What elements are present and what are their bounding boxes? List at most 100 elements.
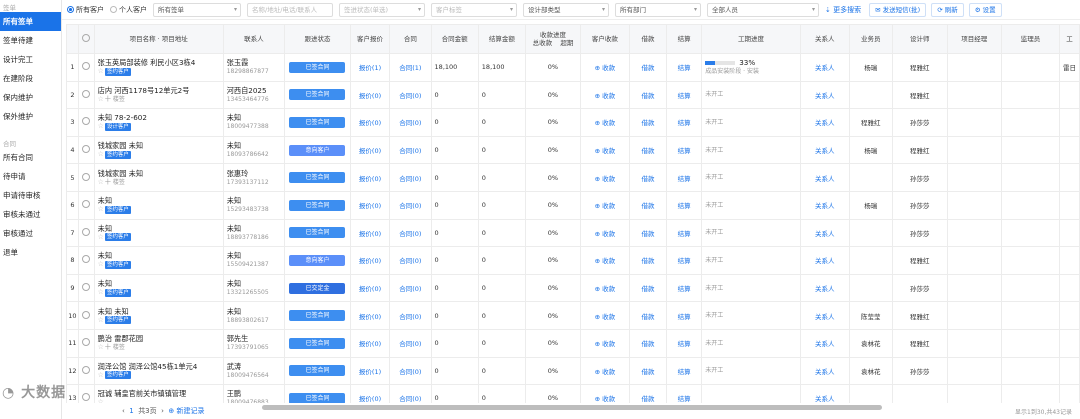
contract-link[interactable]: 合同(0) — [389, 108, 432, 137]
project-name-cell[interactable]: 钱城家园 未知 ☆十 楼签 — [93, 163, 224, 192]
prev-page-icon[interactable]: ‹ — [122, 407, 125, 415]
quote-link[interactable]: 报价(0) — [349, 80, 391, 110]
sidebar-item[interactable]: 在建阶段 — [0, 69, 61, 88]
settle-link[interactable]: 结算 — [666, 53, 703, 82]
related-person-link[interactable]: 关系人 — [799, 53, 850, 82]
quote-link[interactable]: 报价(0) — [349, 135, 391, 165]
contract-link[interactable]: 合同(0) — [389, 273, 432, 303]
collect-link[interactable]: ⊕ 收款 — [579, 135, 630, 165]
department-select[interactable]: 所有部门 ▾ — [615, 2, 701, 17]
project-name-cell[interactable]: 张玉英局部装修 利民小区3栋4 ☆ 签约客户 — [93, 53, 224, 82]
row-checkbox[interactable] — [82, 338, 91, 347]
related-person-link[interactable]: 关系人 — [799, 190, 850, 220]
contract-link[interactable]: 合同(0) — [389, 246, 432, 275]
row-checkbox[interactable] — [82, 310, 91, 319]
collect-link[interactable]: ⊕ 收款 — [579, 53, 630, 82]
loan-link[interactable]: 借款 — [628, 384, 668, 403]
status-badge[interactable]: 意向客户 — [289, 254, 346, 266]
sidebar-item[interactable]: 签单待建 — [0, 31, 61, 50]
status-badge[interactable]: 已签合同 — [289, 61, 346, 73]
loan-link[interactable]: 借款 — [628, 108, 668, 137]
project-name-cell[interactable]: 未知 ☆ 签约客户 — [93, 190, 224, 220]
project-name[interactable]: 鹏治 雷郡花园 — [98, 334, 223, 343]
tag-add-link[interactable]: 十 楼签 — [105, 344, 125, 351]
table-row[interactable]: 2 店内 河西1178号12单元2号 ☆十 楼签 河西自2025 13453464776… — [66, 80, 1080, 110]
loan-link[interactable]: 借款 — [628, 273, 668, 303]
design-type-select[interactable]: 设计部类型 ▾ — [523, 2, 609, 17]
settle-link[interactable]: 结算 — [666, 80, 703, 110]
project-name[interactable]: 钱城家园 未知 — [98, 169, 223, 178]
related-person-link[interactable]: 关系人 — [799, 80, 850, 110]
contract-link[interactable]: 合同(0) — [389, 163, 432, 192]
customer-tag-select[interactable]: 客户标签 ▾ — [431, 2, 517, 17]
status-badge[interactable]: 已签合同 — [289, 392, 346, 403]
table-row[interactable]: 3 未知 78-2-602 ☆ 设计客户 未知 18009477388 已签合同 报价(0) 合… — [66, 108, 1080, 137]
project-name[interactable]: 未知 — [98, 279, 223, 288]
status-badge[interactable]: 已签合同 — [289, 89, 346, 101]
status-badge[interactable]: 已签合同 — [289, 172, 346, 184]
staff-select[interactable]: 全部人员 ▾ — [707, 2, 819, 17]
row-checkbox[interactable] — [82, 365, 91, 374]
star-icon[interactable]: ☆ — [98, 150, 104, 158]
settle-link[interactable]: 结算 — [666, 356, 703, 386]
related-person-link[interactable]: 关系人 — [799, 135, 850, 165]
contract-link[interactable]: 合同(0) — [389, 80, 432, 110]
tag-add-link[interactable]: 十 楼签 — [105, 179, 125, 186]
row-checkbox[interactable] — [82, 117, 91, 126]
sidebar-item[interactable]: 退单 — [0, 243, 61, 262]
status-badge[interactable]: 已签合同 — [289, 227, 346, 239]
collect-link[interactable]: ⊕ 收款 — [579, 273, 630, 303]
quote-link[interactable]: 报价(0) — [349, 301, 391, 330]
loan-link[interactable]: 借款 — [628, 53, 668, 82]
settle-link[interactable]: 结算 — [666, 108, 703, 137]
select-all-checkbox[interactable] — [82, 34, 91, 42]
collect-link[interactable]: ⊕ 收款 — [579, 356, 630, 386]
settle-link[interactable]: 结算 — [666, 273, 703, 303]
quote-link[interactable]: 报价(0) — [349, 328, 391, 358]
related-person-link[interactable]: 关系人 — [799, 163, 850, 192]
table-row[interactable]: 7 未知 ☆ 签约客户 未知 18893778186 已签合同 报价(0) 合同(0) 0 0 0% ⊕… — [66, 218, 1080, 248]
sidebar-item[interactable]: 待申请 — [0, 167, 61, 186]
project-name-cell[interactable]: 未知 ☆ 签约客户 — [93, 273, 224, 303]
table-row[interactable]: 13 冠诚 辅皇官前关市镇镇管理 ☆ 王鹏 18009476883 已签合同 报价(0) 合同… — [66, 384, 1080, 403]
row-checkbox[interactable] — [82, 145, 91, 154]
row-checkbox[interactable] — [82, 89, 91, 98]
quote-link[interactable]: 报价(0) — [349, 108, 391, 137]
project-name[interactable]: 冠诚 辅皇官前关市镇镇管理 — [98, 389, 223, 398]
settle-link[interactable]: 结算 — [666, 218, 703, 248]
quote-link[interactable]: 报价(0) — [349, 246, 391, 275]
new-record-link[interactable]: ⊕ 新建记录 — [168, 406, 204, 416]
status-badge[interactable]: 已签合同 — [289, 365, 346, 377]
radio-all-customers[interactable]: 所有客户 — [67, 5, 104, 15]
quote-link[interactable]: 报价(0) — [349, 384, 391, 403]
project-name[interactable]: 张玉英局部装修 利民小区3栋4 — [98, 58, 223, 67]
project-name[interactable]: 未知 未知 — [98, 307, 223, 316]
table-row[interactable]: 10 未知 未知 ☆ 签约客户 未知 18893802617 已签合同 报价(0) 合同(0) 0… — [66, 301, 1080, 330]
project-name[interactable]: 未知 78-2-602 — [98, 113, 223, 122]
send-sms-button[interactable]: ✉ 发送短信(批) — [869, 2, 927, 17]
status-badge[interactable]: 已交定金 — [289, 282, 346, 294]
sidebar-item[interactable]: 审核通过 — [0, 224, 61, 243]
quote-link[interactable]: 报价(0) — [349, 163, 391, 192]
related-person-link[interactable]: 关系人 — [799, 218, 850, 248]
collect-link[interactable]: ⊕ 收款 — [579, 301, 630, 330]
star-icon[interactable]: ☆ — [98, 67, 104, 75]
collect-link[interactable]: ⊕ 收款 — [579, 190, 630, 220]
loan-link[interactable]: 借款 — [628, 135, 668, 165]
sidebar-item[interactable]: 保内维护 — [0, 88, 61, 107]
project-name[interactable]: 钱城家园 未知 — [98, 141, 223, 150]
related-person-link[interactable]: 关系人 — [799, 273, 850, 303]
contract-link[interactable]: 合同(0) — [389, 135, 432, 165]
star-icon[interactable]: ☆ — [98, 343, 104, 351]
related-person-link[interactable]: 关系人 — [799, 301, 850, 330]
settle-link[interactable]: 结算 — [666, 135, 703, 165]
loan-link[interactable]: 借款 — [628, 328, 668, 358]
quote-link[interactable]: 报价(0) — [349, 218, 391, 248]
loan-link[interactable]: 借款 — [628, 163, 668, 192]
project-name[interactable]: 未知 — [98, 251, 223, 260]
collect-link[interactable]: ⊕ 收款 — [579, 384, 630, 403]
table-row[interactable]: 12 润泽公馆 润泽公馆45栋1单元4 ☆ 签约客户 武涛 18009476564 已签合同… — [66, 356, 1080, 386]
project-name[interactable]: 未知 — [98, 224, 223, 233]
sidebar-item[interactable]: 设计完工 — [0, 50, 61, 69]
table-row[interactable]: 8 未知 ☆ 签约客户 未知 15509421387 意向客户 报价(0) 合同(0) 0 0 0% ⊕… — [66, 246, 1080, 275]
